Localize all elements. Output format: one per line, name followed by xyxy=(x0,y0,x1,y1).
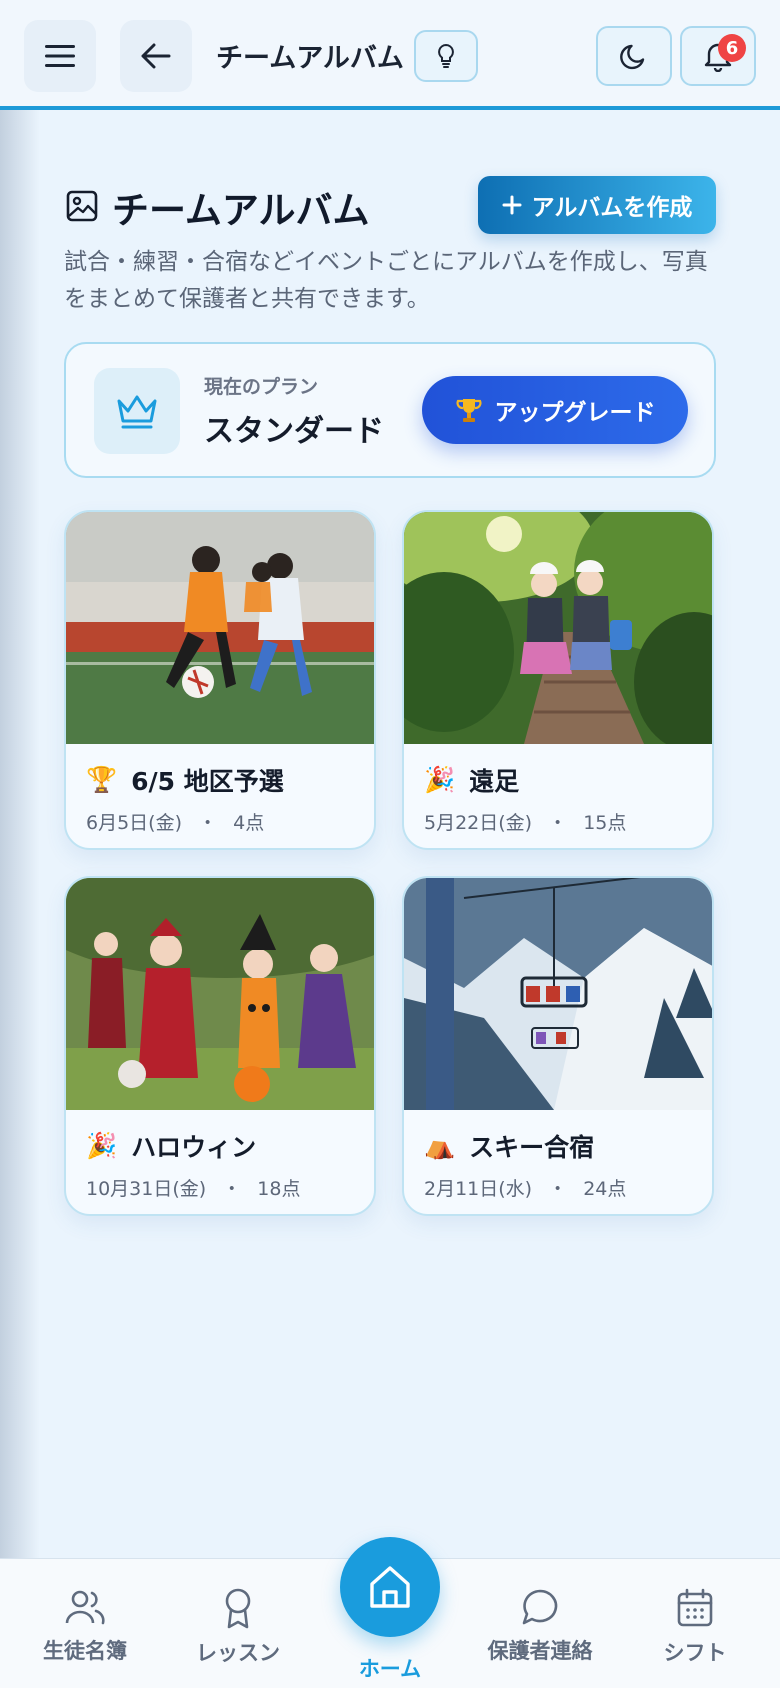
nav-item-parents[interactable]: 保護者連絡 xyxy=(470,1587,610,1665)
album-date: 10月31日(金) xyxy=(86,1178,207,1200)
tips-button[interactable] xyxy=(414,30,478,82)
upgrade-button[interactable]: アップグレード xyxy=(422,376,688,444)
plan-card: 現在のプラン スタンダード アップグレード xyxy=(64,342,716,478)
image-icon xyxy=(66,190,98,222)
album-title: 🎉 遠足 xyxy=(424,762,519,798)
album-card[interactable]: ⛺ スキー合宿 2月11日(水) ・ 24点 xyxy=(402,876,714,1216)
album-meta: 10月31日(金) ・ 18点 xyxy=(86,1174,300,1201)
chat-bubble-icon xyxy=(522,1589,558,1625)
album-title-text: 遠足 xyxy=(469,767,520,796)
album-meta: 2月11日(水) ・ 24点 xyxy=(424,1174,626,1201)
menu-button[interactable] xyxy=(24,20,96,92)
notification-badge: 6 xyxy=(718,34,746,62)
hamburger-menu-icon xyxy=(45,45,75,67)
award-icon xyxy=(225,1588,251,1629)
nav-label-students: 生徒名簿 xyxy=(43,1639,127,1663)
plus-icon xyxy=(502,195,522,215)
nav-label-parents: 保護者連絡 xyxy=(487,1639,593,1663)
album-cover-photo xyxy=(66,512,374,744)
album-date: 6月5日(金) xyxy=(86,812,183,834)
nav-item-home[interactable] xyxy=(340,1537,440,1637)
album-title-text: 6/5 地区予選 xyxy=(131,767,284,796)
meta-separator: ・ xyxy=(548,812,568,834)
notifications-button[interactable]: 6 xyxy=(680,26,756,86)
album-count: 15点 xyxy=(583,812,627,834)
album-meta: 5月22日(金) ・ 15点 xyxy=(424,808,626,835)
album-meta: 6月5日(金) ・ 4点 xyxy=(86,808,264,835)
plan-icon-box xyxy=(94,368,180,454)
nav-item-shift[interactable]: シフト xyxy=(625,1587,765,1667)
calendar-icon xyxy=(677,1588,713,1627)
page-description: 試合・練習・合宿などイベントごとにアルバムを作成し、写真をまとめて保護者と共有で… xyxy=(64,249,708,312)
album-card[interactable]: 🏆 6/5 地区予選 6月5日(金) ・ 4点 xyxy=(64,510,376,850)
album-card[interactable]: 🎉 遠足 5月22日(金) ・ 15点 xyxy=(402,510,714,850)
page-title: チームアルバム xyxy=(112,189,370,232)
meta-separator: ・ xyxy=(198,812,218,834)
album-card[interactable]: 🎉 ハロウィン 10月31日(金) ・ 18点 xyxy=(64,876,376,1216)
album-cover-photo xyxy=(66,878,374,1110)
album-emoji: 🎉 xyxy=(424,765,456,794)
bottom-navigation: 生徒名簿 レッスン ホーム 保護者連絡 シフト xyxy=(0,1537,780,1688)
album-count: 24点 xyxy=(583,1178,627,1200)
crown-icon xyxy=(117,395,157,429)
plan-label: 現在のプラン xyxy=(204,376,319,398)
nav-label-shift: シフト xyxy=(663,1641,727,1665)
album-date: 2月11日(水) xyxy=(424,1178,533,1200)
album-emoji: 🏆 xyxy=(86,765,118,794)
nav-item-lessons[interactable]: レッスン xyxy=(168,1587,308,1667)
album-title-text: スキー合宿 xyxy=(469,1133,595,1162)
meta-separator: ・ xyxy=(222,1178,242,1200)
album-title: ⛺ スキー合宿 xyxy=(424,1128,594,1164)
album-title: 🏆 6/5 地区予選 xyxy=(86,762,284,798)
home-icon xyxy=(370,1566,410,1608)
top-app-bar: チームアルバム 6 xyxy=(0,0,780,110)
plan-name: スタンダード xyxy=(204,414,384,449)
album-title-text: ハロウィン xyxy=(131,1133,257,1162)
album-emoji: 🎉 xyxy=(86,1131,118,1160)
header-title: チームアルバム xyxy=(216,43,404,74)
lightbulb-icon xyxy=(438,43,454,68)
back-button[interactable] xyxy=(120,20,192,92)
users-icon xyxy=(65,1590,105,1625)
album-date: 5月22日(金) xyxy=(424,812,533,834)
upgrade-label: アップグレード xyxy=(494,400,656,426)
left-edge-shadow xyxy=(0,0,40,1688)
album-count: 4点 xyxy=(233,812,265,834)
nav-label-home: ホーム xyxy=(358,1657,422,1681)
meta-separator: ・ xyxy=(548,1178,568,1200)
trophy-icon xyxy=(455,399,482,422)
arrow-left-icon xyxy=(141,43,171,69)
album-title: 🎉 ハロウィン xyxy=(86,1128,256,1164)
moon-icon xyxy=(620,44,645,70)
create-album-button[interactable]: アルバムを作成 xyxy=(478,176,716,234)
album-emoji: ⛺ xyxy=(424,1131,456,1160)
album-cover-photo xyxy=(404,878,712,1110)
dark-mode-toggle[interactable] xyxy=(596,26,672,86)
nav-item-students[interactable]: 生徒名簿 xyxy=(15,1587,155,1665)
album-cover-photo xyxy=(404,512,712,744)
album-count: 18点 xyxy=(257,1178,301,1200)
nav-label-lessons: レッスン xyxy=(196,1641,280,1665)
create-album-label: アルバムを作成 xyxy=(531,195,693,221)
